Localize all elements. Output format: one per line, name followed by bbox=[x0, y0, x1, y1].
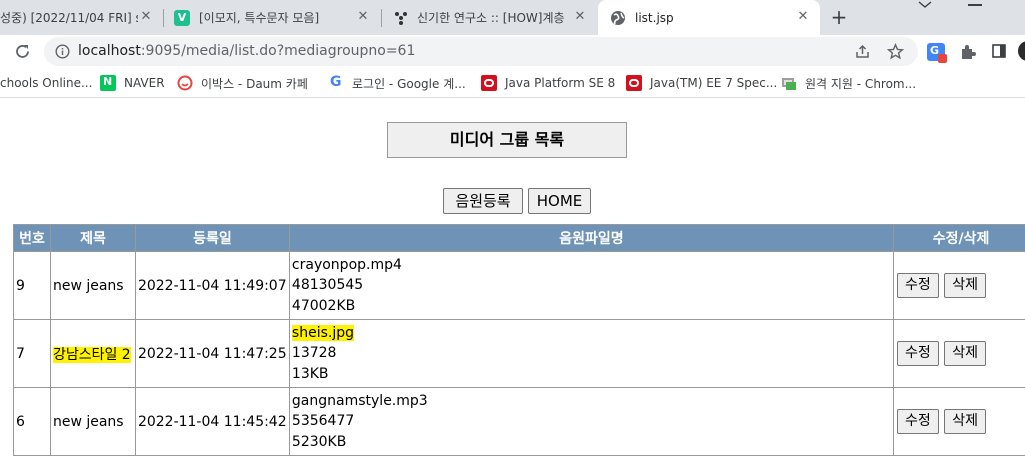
bookmark-item[interactable]: N NAVER bbox=[100, 75, 165, 91]
tab-strip: 성중) [2022/11/04 FRI] sp ✕ V [이모지, 특수문자 모… bbox=[0, 0, 1025, 35]
header-filename: 음원파일명 bbox=[288, 224, 895, 252]
header-title: 제목 bbox=[49, 224, 136, 252]
cell-actions: 수정 삭제 bbox=[893, 251, 1025, 320]
bookmark-label: 원격 지원 - Chrom... bbox=[805, 76, 917, 91]
edit-button[interactable]: 수정 bbox=[897, 273, 939, 298]
tab-3[interactable]: 신기한 연구소 :: [HOW]계층 ✕ bbox=[382, 0, 597, 35]
bookmark-item[interactable]: Java(TM) EE 7 Spec... bbox=[626, 75, 777, 91]
url-text: localhost:9095/media/list.do?mediagroupn… bbox=[78, 43, 415, 59]
daum-cafe-icon bbox=[177, 75, 193, 91]
info-icon[interactable] bbox=[55, 44, 70, 59]
table-row: 7 강남스타일 2 2022-11-04 11:47:25 sheis.jpg … bbox=[13, 319, 1025, 388]
bookmark-item[interactable]: chools Online... bbox=[0, 75, 92, 91]
tab-2[interactable]: V [이모지, 특수문자 모음] ✕ bbox=[164, 0, 380, 35]
delete-button[interactable]: 삭제 bbox=[944, 273, 987, 298]
bookmark-label: NAVER bbox=[124, 76, 165, 90]
url-path: :9095/media/list.do?mediagroupno=61 bbox=[140, 43, 416, 59]
tab-title: list.jsp bbox=[635, 10, 674, 25]
cell-actions: 수정 삭제 bbox=[893, 387, 1025, 456]
file-name: crayonpop.mp4 bbox=[291, 256, 402, 273]
table-row: 6 new jeans 2022-11-04 11:45:42 gangnams… bbox=[13, 387, 1025, 456]
cell-file: sheis.jpg 13728 13KB bbox=[288, 319, 895, 388]
reload-icon[interactable] bbox=[14, 43, 31, 60]
bookmark-item[interactable]: G 로그인 - Google 계... bbox=[328, 74, 466, 91]
close-icon[interactable]: ✕ bbox=[356, 10, 370, 24]
chevron-down-icon[interactable] bbox=[916, 0, 934, 10]
bookmark-label: 이박스 - Daum 카페 bbox=[201, 76, 308, 91]
tab-1[interactable]: 성중) [2022/11/04 FRI] sp ✕ bbox=[0, 0, 163, 35]
minimize-button[interactable] bbox=[968, 4, 982, 6]
home-button[interactable]: HOME bbox=[528, 188, 591, 214]
file-bytes: 13728 bbox=[291, 345, 337, 362]
oracle-icon bbox=[626, 75, 642, 91]
oracle-icon bbox=[481, 75, 497, 91]
remote-desktop-icon bbox=[781, 75, 797, 91]
header-actions: 수정/삭제 bbox=[893, 224, 1025, 252]
cell-date: 2022-11-04 11:47:25 bbox=[134, 319, 290, 388]
puzzle-icon[interactable] bbox=[959, 43, 977, 61]
cell-title: new jeans bbox=[49, 251, 136, 320]
file-name: gangnamstyle.mp3 bbox=[291, 392, 428, 409]
edit-button[interactable]: 수정 bbox=[897, 409, 939, 434]
cell-no: 9 bbox=[13, 251, 51, 320]
close-icon[interactable]: ✕ bbox=[139, 10, 153, 24]
tab-title: [이모지, 특수문자 모음] bbox=[199, 11, 320, 25]
header-date: 등록일 bbox=[134, 224, 290, 252]
edit-button[interactable]: 수정 bbox=[897, 341, 939, 366]
file-kb: 5230KB bbox=[291, 433, 347, 450]
cell-title: 강남스타일 2 bbox=[49, 319, 136, 388]
bookmark-item[interactable]: Java Platform SE 8 bbox=[481, 75, 615, 91]
close-icon[interactable]: ✕ bbox=[573, 10, 587, 24]
bookmark-label: chools Online... bbox=[0, 76, 93, 90]
close-icon[interactable]: ✕ bbox=[796, 10, 810, 24]
bookmark-label: Java(TM) EE 7 Spec... bbox=[650, 76, 778, 90]
bookmark-item[interactable]: 이박스 - Daum 카페 bbox=[177, 75, 308, 91]
google-icon: G bbox=[330, 74, 342, 90]
file-kb: 13KB bbox=[291, 365, 329, 382]
file-kb: 47002KB bbox=[291, 297, 356, 314]
globe-icon bbox=[610, 10, 626, 26]
page-content: 미디어 그룹 목록 음원등록 HOME 번호 제목 등록일 음원파일명 수정/삭… bbox=[0, 99, 1025, 467]
browser-toolbar: localhost:9095/media/list.do?mediagroupn… bbox=[0, 35, 1025, 68]
page-title: 미디어 그룹 목록 bbox=[387, 122, 627, 158]
star-icon[interactable] bbox=[887, 43, 904, 60]
header-no: 번호 bbox=[13, 224, 51, 252]
side-panel-icon[interactable] bbox=[991, 43, 1007, 59]
cell-date: 2022-11-04 11:49:07 bbox=[134, 251, 290, 320]
media-table: 번호 제목 등록일 음원파일명 수정/삭제 9 new jeans 2022-1… bbox=[13, 224, 1025, 456]
tab-active[interactable]: list.jsp ✕ bbox=[598, 0, 820, 35]
share-icon[interactable] bbox=[854, 43, 871, 60]
title-text: 강남스타일 2 bbox=[52, 346, 131, 363]
register-audio-button[interactable]: 음원등록 bbox=[443, 188, 523, 214]
file-bytes: 48130545 bbox=[291, 277, 364, 294]
table-header-row: 번호 제목 등록일 음원파일명 수정/삭제 bbox=[13, 224, 1025, 252]
cell-no: 7 bbox=[13, 319, 51, 388]
url-host: localhost bbox=[78, 43, 141, 59]
avatar[interactable] bbox=[1018, 41, 1025, 61]
cell-file: crayonpop.mp4 48130545 47002KB bbox=[288, 251, 895, 320]
cell-no: 6 bbox=[13, 387, 51, 456]
delete-button[interactable]: 삭제 bbox=[944, 409, 987, 434]
cell-actions: 수정 삭제 bbox=[893, 319, 1025, 388]
tab-title: 신기한 연구소 :: [HOW]계층 bbox=[417, 11, 565, 25]
bookmarks-bar: chools Online... N NAVER 이박스 - Daum 카페 G… bbox=[0, 68, 1025, 98]
address-bar[interactable]: localhost:9095/media/list.do?mediagroupn… bbox=[44, 37, 918, 66]
bookmark-label: Java Platform SE 8 bbox=[505, 76, 616, 90]
delete-button[interactable]: 삭제 bbox=[944, 341, 987, 366]
cell-title: new jeans bbox=[49, 387, 136, 456]
cell-date: 2022-11-04 11:45:42 bbox=[134, 387, 290, 456]
tree-favicon-icon bbox=[394, 11, 408, 25]
naver-icon: N bbox=[100, 75, 116, 91]
translate-icon[interactable]: G bbox=[927, 43, 947, 63]
table-row: 9 new jeans 2022-11-04 11:49:07 crayonpo… bbox=[13, 251, 1025, 320]
file-name: sheis.jpg bbox=[291, 324, 354, 341]
v-favicon-icon: V bbox=[174, 9, 190, 26]
bookmark-label: 로그인 - Google 계... bbox=[352, 76, 466, 91]
cell-file: gangnamstyle.mp3 5356477 5230KB bbox=[288, 387, 895, 456]
file-bytes: 5356477 bbox=[291, 413, 355, 430]
bookmark-item[interactable]: 원격 지원 - Chrom... bbox=[781, 75, 916, 91]
tab-title: 성중) [2022/11/04 FRI] sp bbox=[0, 11, 138, 25]
new-tab-button[interactable]: + bbox=[829, 7, 849, 27]
